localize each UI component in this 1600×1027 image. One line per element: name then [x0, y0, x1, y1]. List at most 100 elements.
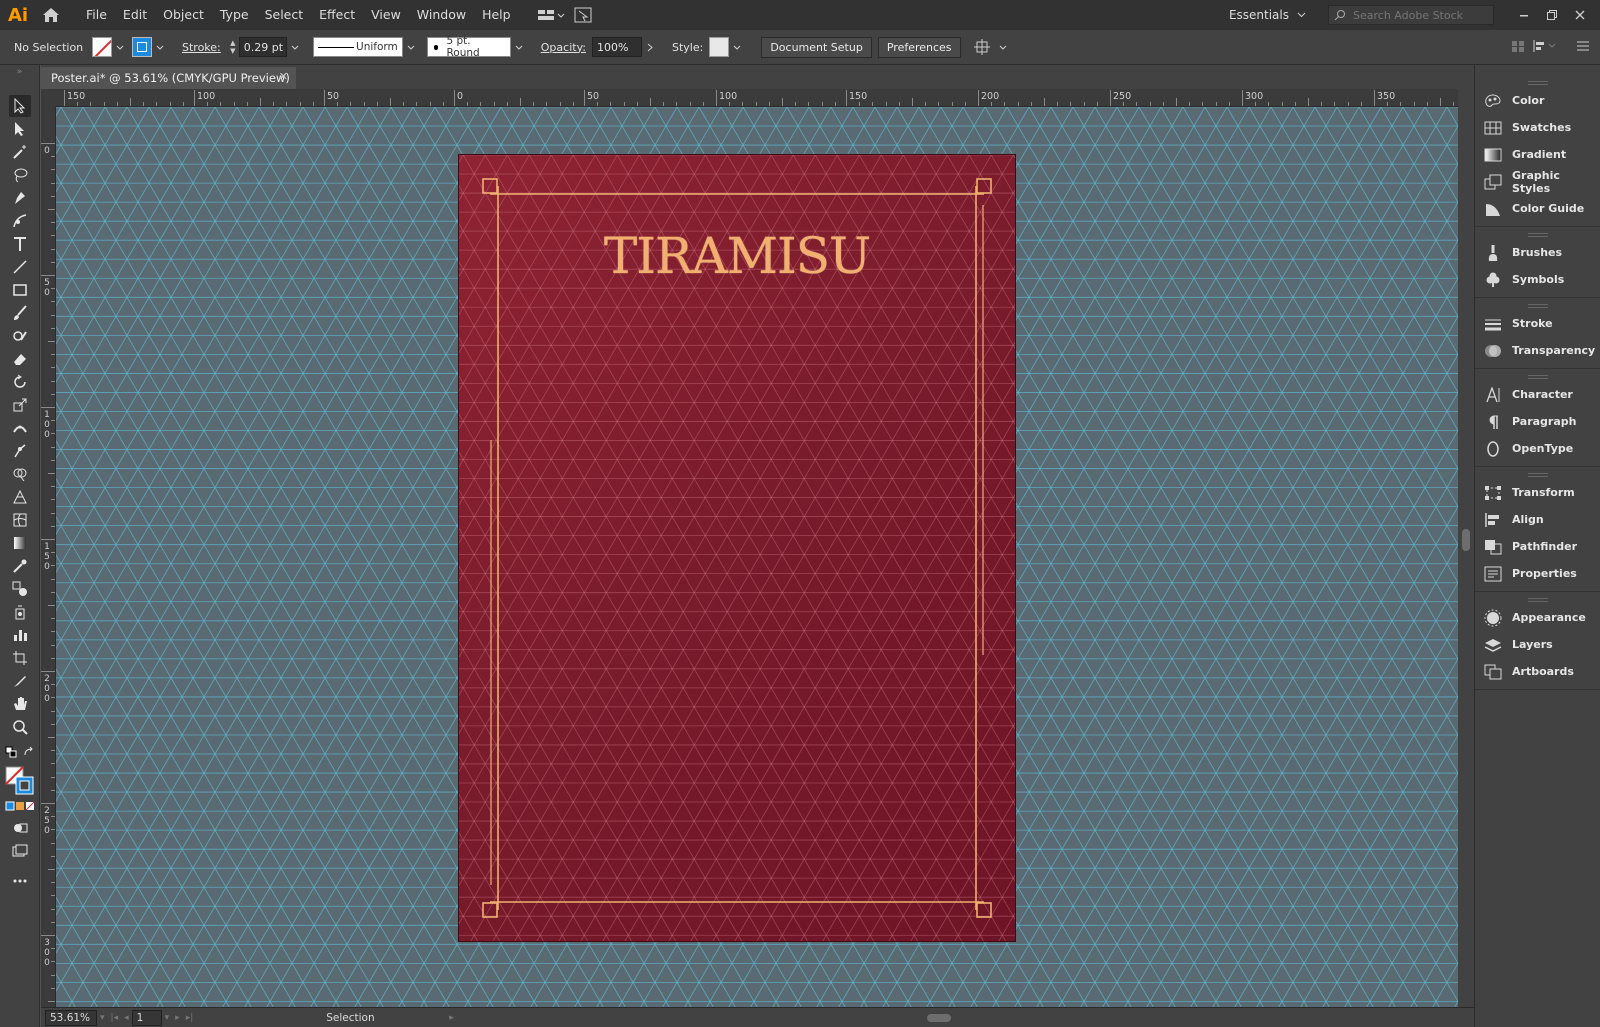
curvature-tool-icon[interactable]	[9, 210, 31, 232]
panel-brushes[interactable]: Brushes	[1475, 239, 1600, 266]
fill-stroke-widget[interactable]	[4, 765, 36, 797]
menu-object[interactable]: Object	[155, 0, 212, 30]
panel-group-grip-icon[interactable]	[1527, 81, 1548, 85]
direct-selection-tool-icon[interactable]	[9, 118, 31, 140]
panel-artboards[interactable]: Artboards	[1475, 658, 1600, 685]
lasso-tool-icon[interactable]	[9, 164, 31, 186]
eraser-tool-icon[interactable]	[9, 348, 31, 370]
ruler-origin[interactable]	[41, 89, 56, 107]
menu-select[interactable]: Select	[257, 0, 312, 30]
artboard[interactable]: TIRAMISU	[459, 155, 1015, 941]
preferences-button[interactable]: Preferences	[877, 36, 961, 58]
panel-stroke[interactable]: Stroke	[1475, 310, 1600, 337]
canvas[interactable]: TIRAMISU	[56, 107, 1458, 1007]
stroke-label[interactable]: Stroke:	[176, 41, 227, 54]
color-mode-icons[interactable]	[5, 800, 35, 812]
screen-mode-icon[interactable]	[9, 840, 31, 862]
artboard-tool-icon[interactable]	[9, 647, 31, 669]
align-to-icon[interactable]	[1510, 39, 1526, 56]
last-artboard-icon[interactable]: ▸|	[183, 1013, 197, 1023]
graphic-style-swatch[interactable]	[709, 37, 730, 57]
perspective-grid-tool-icon[interactable]	[9, 486, 31, 508]
selection-tool-icon[interactable]	[9, 95, 31, 117]
shaper-tool-icon[interactable]	[9, 325, 31, 347]
document-tab[interactable]: Poster.ai* @ 53.61% (CMYK/GPU Preview) ✕	[41, 67, 296, 89]
blend-tool-icon[interactable]	[9, 578, 31, 600]
document-setup-button[interactable]: Document Setup	[761, 36, 872, 58]
panel-color-guide[interactable]: Color Guide	[1475, 195, 1600, 222]
line-tool-icon[interactable]	[9, 256, 31, 278]
opacity-field[interactable]	[591, 37, 658, 57]
zoom-tool-icon[interactable]	[9, 716, 31, 738]
horizontal-scroll-thumb[interactable]	[926, 1013, 951, 1022]
stock-search-input[interactable]	[1353, 8, 1493, 22]
stroke-weight-stepper[interactable]: ▲ ▼	[227, 37, 239, 57]
type-tool-icon[interactable]	[9, 233, 31, 255]
default-colors-icon[interactable]	[4, 745, 18, 759]
width-tool-icon[interactable]	[9, 417, 31, 439]
drawing-modes-icon[interactable]	[9, 817, 31, 839]
rectangle-tool-icon[interactable]	[9, 279, 31, 301]
pen-tool-icon[interactable]	[9, 187, 31, 209]
stroke-weight-input[interactable]	[238, 37, 287, 57]
panel-symbols[interactable]: Symbols	[1475, 266, 1600, 293]
previous-artboard-icon[interactable]: ◂	[121, 1013, 132, 1023]
paintbrush-tool-icon[interactable]	[9, 302, 31, 324]
stroke-swatch[interactable]	[132, 37, 152, 57]
poster-title[interactable]: TIRAMISU	[459, 227, 1015, 285]
status-tool[interactable]: Selection	[326, 1012, 446, 1024]
rotate-tool-icon[interactable]	[9, 371, 31, 393]
artboard-number[interactable]: 1	[131, 1009, 162, 1026]
close-tab-icon[interactable]: ✕	[279, 70, 288, 83]
gradient-tool-icon[interactable]	[9, 532, 31, 554]
menu-type[interactable]: Type	[212, 0, 257, 30]
column-graph-tool-icon[interactable]	[9, 624, 31, 646]
panel-properties[interactable]: Properties	[1475, 560, 1600, 587]
first-artboard-icon[interactable]: |◂	[108, 1013, 122, 1023]
horizontal-ruler[interactable]: 150 100 50 0 50 100 150 200 250 300 350	[56, 89, 1458, 107]
panel-paragraph[interactable]: Paragraph	[1475, 408, 1600, 435]
stroke-swatch-dropdown[interactable]	[152, 37, 168, 57]
menu-effect[interactable]: Effect	[311, 0, 363, 30]
eyedropper-tool-icon[interactable]	[9, 555, 31, 577]
panel-group-grip-icon[interactable]	[1527, 473, 1548, 477]
stock-search[interactable]	[1328, 5, 1494, 25]
opacity-expand[interactable]	[642, 37, 658, 57]
align-options-icon[interactable]	[1532, 39, 1558, 56]
brush-definition[interactable]: 5 pt. Round	[426, 35, 511, 59]
panel-color[interactable]: Color	[1475, 87, 1600, 114]
dock-collapse-icon[interactable]	[1475, 65, 1600, 75]
panel-opentype[interactable]: OpenType	[1475, 435, 1600, 462]
menu-edit[interactable]: Edit	[115, 0, 155, 30]
panel-group-grip-icon[interactable]	[1527, 233, 1548, 237]
opacity-input[interactable]	[591, 37, 642, 57]
panel-pathfinder[interactable]: Pathfinder	[1475, 533, 1600, 560]
menu-file[interactable]: File	[78, 0, 115, 30]
panel-layers[interactable]: Layers	[1475, 631, 1600, 658]
arrange-dropdown[interactable]	[995, 37, 1011, 57]
vertical-ruler[interactable]: 0 5 0 1 0 0 1 5 0 2 0 0 2 5 0 3 0 0	[41, 107, 56, 1007]
toolbar-collapse-icon[interactable]: »	[0, 65, 39, 79]
slice-tool-icon[interactable]	[9, 670, 31, 692]
panel-group-grip-icon[interactable]	[1527, 375, 1548, 379]
swap-colors-icon[interactable]	[22, 745, 36, 759]
chevron-down-icon[interactable]: ▾	[97, 1013, 108, 1023]
menu-help[interactable]: Help	[474, 0, 519, 30]
home-icon[interactable]	[36, 0, 66, 30]
vertical-scrollbar[interactable]	[1458, 89, 1474, 1007]
magic-wand-tool-icon[interactable]	[9, 141, 31, 163]
mesh-tool-icon[interactable]	[9, 509, 31, 531]
stroke-weight-dropdown[interactable]	[287, 37, 303, 57]
panel-transparency[interactable]: Transparency	[1475, 337, 1600, 364]
stroke-weight-field[interactable]: ▲ ▼	[227, 37, 303, 57]
symbol-sprayer-tool-icon[interactable]	[9, 601, 31, 623]
horizontal-scrollbar[interactable]	[457, 1011, 1434, 1025]
panel-align[interactable]: Align	[1475, 506, 1600, 533]
next-artboard-icon[interactable]: ▸	[172, 1013, 183, 1023]
gpu-performance-icon[interactable]	[567, 0, 599, 30]
minimize-button[interactable]	[1510, 0, 1538, 30]
brush-dropdown[interactable]	[511, 37, 527, 57]
panel-menu-icon[interactable]	[1576, 40, 1590, 55]
variable-width-profile[interactable]: Uniform	[312, 37, 403, 57]
scale-tool-icon[interactable]	[9, 394, 31, 416]
